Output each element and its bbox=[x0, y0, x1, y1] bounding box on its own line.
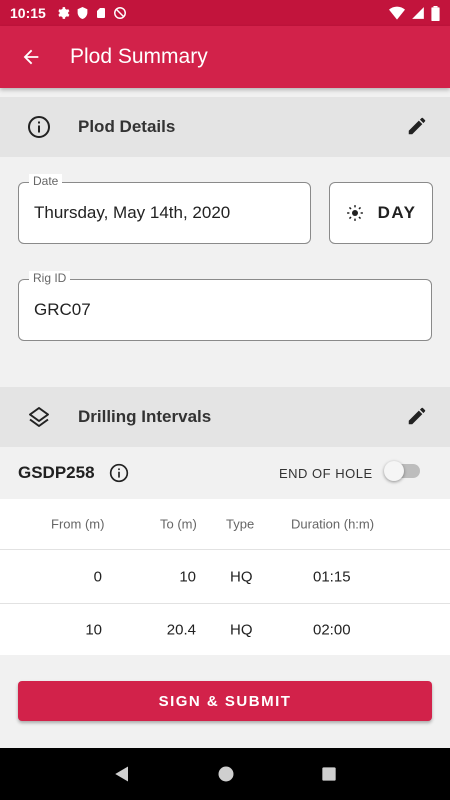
column-header: To (m) bbox=[160, 516, 197, 532]
toggle-knob bbox=[384, 461, 404, 481]
nav-home-icon[interactable] bbox=[217, 765, 235, 783]
to-cell: 10 bbox=[179, 568, 196, 585]
settings-status-icon bbox=[58, 7, 70, 19]
shift-label: DAY bbox=[377, 203, 417, 222]
duration-cell: 02:00 bbox=[313, 621, 351, 638]
edit-drilling-intervals-button[interactable] bbox=[406, 405, 428, 432]
hole-id: GSDP258 bbox=[18, 463, 95, 482]
column-header: From (m) bbox=[51, 516, 105, 532]
app-bar: Plod Summary bbox=[0, 26, 450, 88]
edit-icon bbox=[408, 117, 426, 135]
end-of-hole-label: END OF HOLE bbox=[279, 465, 373, 481]
signal-icon bbox=[412, 7, 424, 19]
sign-submit-label: SIGN & SUBMIT bbox=[158, 692, 292, 710]
drilling-intervals-title: Drilling Intervals bbox=[78, 407, 212, 426]
edit-icon bbox=[408, 407, 426, 425]
status-bar: 10:15 bbox=[0, 0, 450, 26]
end-of-hole-toggle[interactable] bbox=[384, 461, 420, 481]
back-button[interactable] bbox=[0, 26, 62, 88]
type-cell: HQ bbox=[230, 621, 253, 638]
from-cell: 0 bbox=[93, 568, 102, 585]
page-title: Plod Summary bbox=[70, 45, 208, 68]
sd-card-status-icon bbox=[96, 8, 105, 18]
table-row[interactable]: 10 20.4 HQ 02:00 bbox=[0, 604, 450, 655]
table-row[interactable]: 0 10 HQ 01:15 bbox=[0, 550, 450, 603]
date-label: Date bbox=[29, 174, 63, 188]
shift-day-button[interactable]: DAY bbox=[329, 182, 433, 244]
system-nav-bar bbox=[0, 748, 450, 800]
blocked-status-icon bbox=[113, 7, 126, 19]
plod-details-header: Plod Details bbox=[0, 97, 450, 157]
to-cell: 20.4 bbox=[166, 621, 196, 638]
duration-cell: 01:15 bbox=[313, 568, 351, 585]
wifi-icon bbox=[389, 6, 405, 20]
date-field[interactable]: Date Thursday, May 14th, 2020 bbox=[18, 174, 311, 244]
date-value: Thursday, May 14th, 2020 bbox=[34, 203, 231, 222]
hole-info-button[interactable] bbox=[109, 463, 129, 483]
intervals-table: From (m) To (m) Type Duration (h:m) 0 10… bbox=[0, 499, 450, 655]
drilling-intervals-header: Drilling Intervals bbox=[0, 387, 450, 447]
info-icon bbox=[28, 116, 50, 138]
rig-id-value: GRC07 bbox=[34, 300, 91, 319]
from-cell: 10 bbox=[85, 621, 102, 638]
type-cell: HQ bbox=[230, 568, 253, 585]
battery-icon bbox=[431, 5, 440, 21]
info-icon bbox=[109, 463, 128, 483]
rig-id-field[interactable]: Rig ID GRC07 bbox=[18, 271, 432, 341]
nav-recents-icon[interactable] bbox=[321, 766, 337, 782]
table-header: From (m) To (m) Type Duration (h:m) bbox=[0, 499, 450, 549]
column-header: Type bbox=[226, 516, 255, 532]
plod-details-title: Plod Details bbox=[78, 117, 176, 136]
arrow-back-icon bbox=[23, 49, 39, 65]
column-header: Duration (h:m) bbox=[291, 516, 375, 532]
sun-icon bbox=[346, 205, 363, 221]
sign-submit-button[interactable]: SIGN & SUBMIT bbox=[18, 681, 432, 721]
hole-row: GSDP258 END OF HOLE bbox=[0, 447, 450, 499]
edit-plod-details-button[interactable] bbox=[406, 115, 428, 142]
layers-icon bbox=[29, 407, 49, 427]
rig-id-label: Rig ID bbox=[29, 271, 71, 285]
nav-back-icon[interactable] bbox=[113, 765, 131, 783]
shield-status-icon bbox=[77, 7, 88, 19]
status-time: 10:15 bbox=[10, 5, 46, 21]
